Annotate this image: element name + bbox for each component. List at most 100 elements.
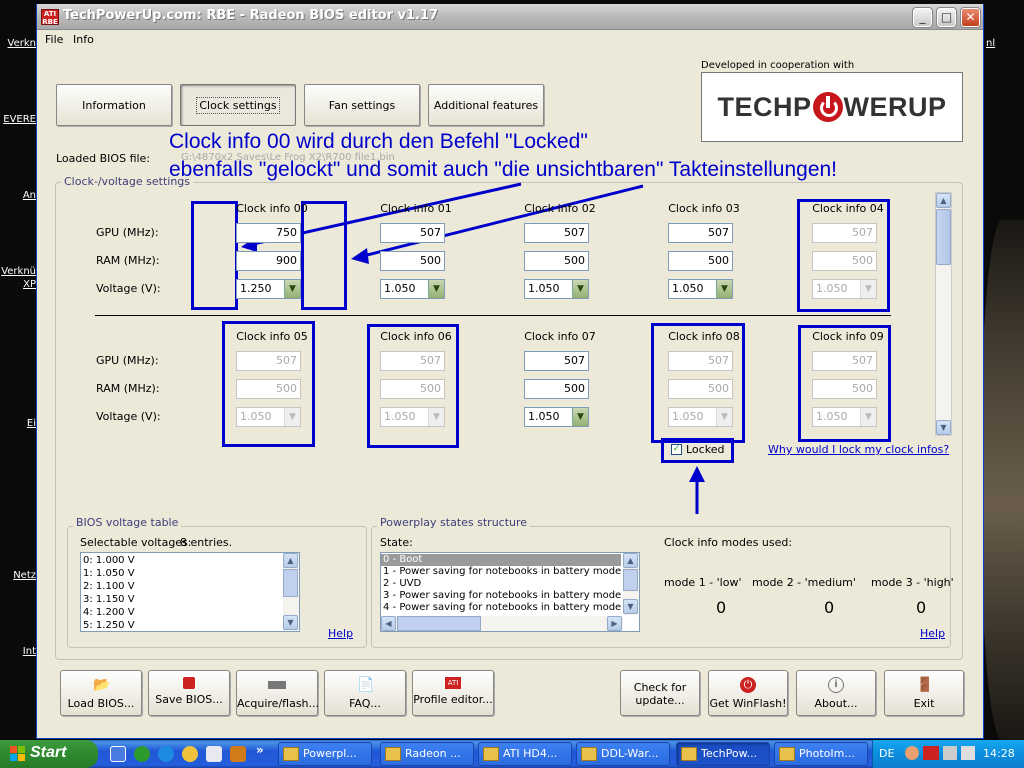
taskbar: Start » DE 14:28 Powerpl... Radeon ... ATI… — [0, 740, 1024, 768]
taskbar-item[interactable]: ATI HD4... — [478, 742, 572, 766]
clock-info-02-voltage-select[interactable]: 1.050 ▼ — [524, 279, 589, 299]
chevron-down-icon[interactable]: ▼ — [428, 280, 444, 298]
quicklaunch-green-icon[interactable] — [134, 746, 150, 762]
gpu-row-label: GPU (MHz): — [96, 354, 159, 367]
clock-info-00-voltage-select[interactable]: 1.250 ▼ — [236, 279, 301, 299]
voltage-select-value: 1.050 — [528, 282, 560, 295]
chevron-down-icon[interactable]: ▼ — [716, 408, 732, 426]
taskbar-app-icon — [385, 747, 401, 761]
clock[interactable]: 14:28 — [983, 747, 1015, 760]
clock-info-02-ram-input[interactable]: 500 — [524, 251, 589, 271]
clock-info-05-voltage-select[interactable]: 1.050 ▼ — [236, 407, 301, 427]
clock-info-07-voltage-select[interactable]: 1.050 ▼ — [524, 407, 589, 427]
clock-info-03-gpu-input[interactable]: 507 — [668, 223, 733, 243]
clock-info-03-voltage-select[interactable]: 1.050 ▼ — [668, 279, 733, 299]
desktop-wallpaper-moon — [980, 220, 1024, 740]
clock-info-06-gpu-input[interactable]: 507 — [380, 351, 445, 371]
quicklaunch-explorer-icon[interactable] — [110, 746, 126, 762]
annotation-box-clock00 — [191, 201, 238, 310]
voltage-select-value: 1.050 — [672, 282, 704, 295]
voltage-select-value: 1.050 — [816, 410, 848, 423]
chevron-down-icon[interactable]: ▼ — [284, 408, 300, 426]
clock-info-07-title: Clock info 07 — [524, 330, 596, 343]
chevron-down-icon[interactable]: ▼ — [572, 280, 588, 298]
taskbar-item-label: Powerpl... — [303, 747, 357, 760]
clock-info-06-ram-input[interactable]: 500 — [380, 379, 445, 399]
clock-info-00-gpu-input[interactable]: 750 — [236, 223, 301, 243]
desktop-icon-label[interactable]: Netz — [4, 570, 36, 581]
chevron-down-icon[interactable]: ▼ — [572, 408, 588, 426]
gpu-row-label: GPU (MHz): — [96, 226, 159, 239]
voltage-row-label: Voltage (V): — [96, 282, 161, 295]
annotation-arrowhead-3 — [689, 466, 705, 482]
clock-info-01-gpu-input[interactable]: 507 — [380, 223, 445, 243]
ram-row-label: RAM (MHz): — [96, 254, 160, 267]
clock-info-04-ram-input[interactable]: 500 — [812, 251, 877, 271]
clock-info-08-gpu-input[interactable]: 507 — [668, 351, 733, 371]
clock-info-01-ram-input[interactable]: 500 — [380, 251, 445, 271]
taskbar-item[interactable]: DDL-War... — [576, 742, 670, 766]
voltage-select-value: 1.050 — [816, 282, 848, 295]
taskbar-item[interactable]: Powerpl... — [278, 742, 372, 766]
taskbar-item-label: PhotoIm... — [799, 747, 855, 760]
clock-info-09-voltage-select[interactable]: 1.050 ▼ — [812, 407, 877, 427]
desktop-icon-label[interactable]: Ei — [4, 418, 36, 429]
desktop-icon-label[interactable]: nl — [986, 38, 1006, 49]
quicklaunch-overflow[interactable]: » — [256, 743, 264, 757]
clock-info-02-gpu-input[interactable]: 507 — [524, 223, 589, 243]
tray-back-icon[interactable] — [905, 746, 919, 760]
voltage-select-value: 1.050 — [384, 410, 416, 423]
quicklaunch-home-icon[interactable] — [230, 746, 246, 762]
taskbar-item[interactable]: Radeon ... — [380, 742, 474, 766]
voltage-select-value: 1.250 — [240, 282, 272, 295]
clock-info-04-title: Clock info 04 — [812, 202, 884, 215]
chevron-down-icon[interactable]: ▼ — [428, 408, 444, 426]
clock-info-04-voltage-select[interactable]: 1.050 ▼ — [812, 279, 877, 299]
clock-info-01-voltage-select[interactable]: 1.050 ▼ — [380, 279, 445, 299]
clock-info-08-title: Clock info 08 — [668, 330, 740, 343]
annotation-box-clock01 — [301, 201, 347, 310]
clock-info-09-title: Clock info 09 — [812, 330, 884, 343]
desktop-icon-label[interactable]: Verknü — [0, 266, 36, 277]
taskbar-item[interactable]: TechPow... — [676, 742, 770, 766]
clock-info-05-gpu-input[interactable]: 507 — [236, 351, 301, 371]
quicklaunch-notepad-icon[interactable] — [206, 746, 222, 762]
chevron-down-icon[interactable]: ▼ — [284, 280, 300, 298]
quicklaunch-ie-icon[interactable] — [158, 746, 174, 762]
taskbar-app-icon — [681, 747, 697, 761]
tray-network-icon[interactable] — [943, 746, 957, 760]
clock-info-09-ram-input[interactable]: 500 — [812, 379, 877, 399]
taskbar-app-icon — [483, 747, 499, 761]
taskbar-item-label: DDL-War... — [601, 747, 659, 760]
tray-volume-icon[interactable] — [961, 746, 975, 760]
clock-info-07-ram-input[interactable]: 500 — [524, 379, 589, 399]
voltage-row-label: Voltage (V): — [96, 410, 161, 423]
clock-info-09-gpu-input[interactable]: 507 — [812, 351, 877, 371]
ram-row-label: RAM (MHz): — [96, 382, 160, 395]
taskbar-item-label: ATI HD4... — [503, 747, 558, 760]
desktop-icon-label[interactable]: An — [4, 190, 36, 201]
clock-info-00-ram-input[interactable]: 900 — [236, 251, 301, 271]
clock-info-04-gpu-input[interactable]: 507 — [812, 223, 877, 243]
clock-info-07-gpu-input[interactable]: 507 — [524, 351, 589, 371]
tray-ati-icon[interactable] — [923, 746, 939, 760]
clock-info-03-ram-input[interactable]: 500 — [668, 251, 733, 271]
taskbar-item[interactable]: PhotoIm... — [774, 742, 868, 766]
chevron-down-icon[interactable]: ▼ — [860, 408, 876, 426]
taskbar-app-icon — [283, 747, 299, 761]
annotation-box-locked — [661, 438, 734, 463]
chevron-down-icon[interactable]: ▼ — [860, 280, 876, 298]
desktop-icon-label[interactable]: EVERE — [2, 114, 36, 125]
clock-info-08-ram-input[interactable]: 500 — [668, 379, 733, 399]
start-button[interactable]: Start — [0, 740, 98, 768]
desktop-icon-label[interactable]: Int — [4, 646, 36, 657]
windows-logo-icon — [10, 746, 25, 761]
language-indicator[interactable]: DE — [879, 747, 894, 760]
clock-info-06-voltage-select[interactable]: 1.050 ▼ — [380, 407, 445, 427]
chevron-down-icon[interactable]: ▼ — [716, 280, 732, 298]
desktop-icon-label[interactable]: XP — [4, 279, 36, 290]
quicklaunch-media-icon[interactable] — [182, 746, 198, 762]
clock-info-05-ram-input[interactable]: 500 — [236, 379, 301, 399]
clock-info-08-voltage-select[interactable]: 1.050 ▼ — [668, 407, 733, 427]
desktop-icon-label[interactable]: Verkn — [4, 38, 36, 49]
